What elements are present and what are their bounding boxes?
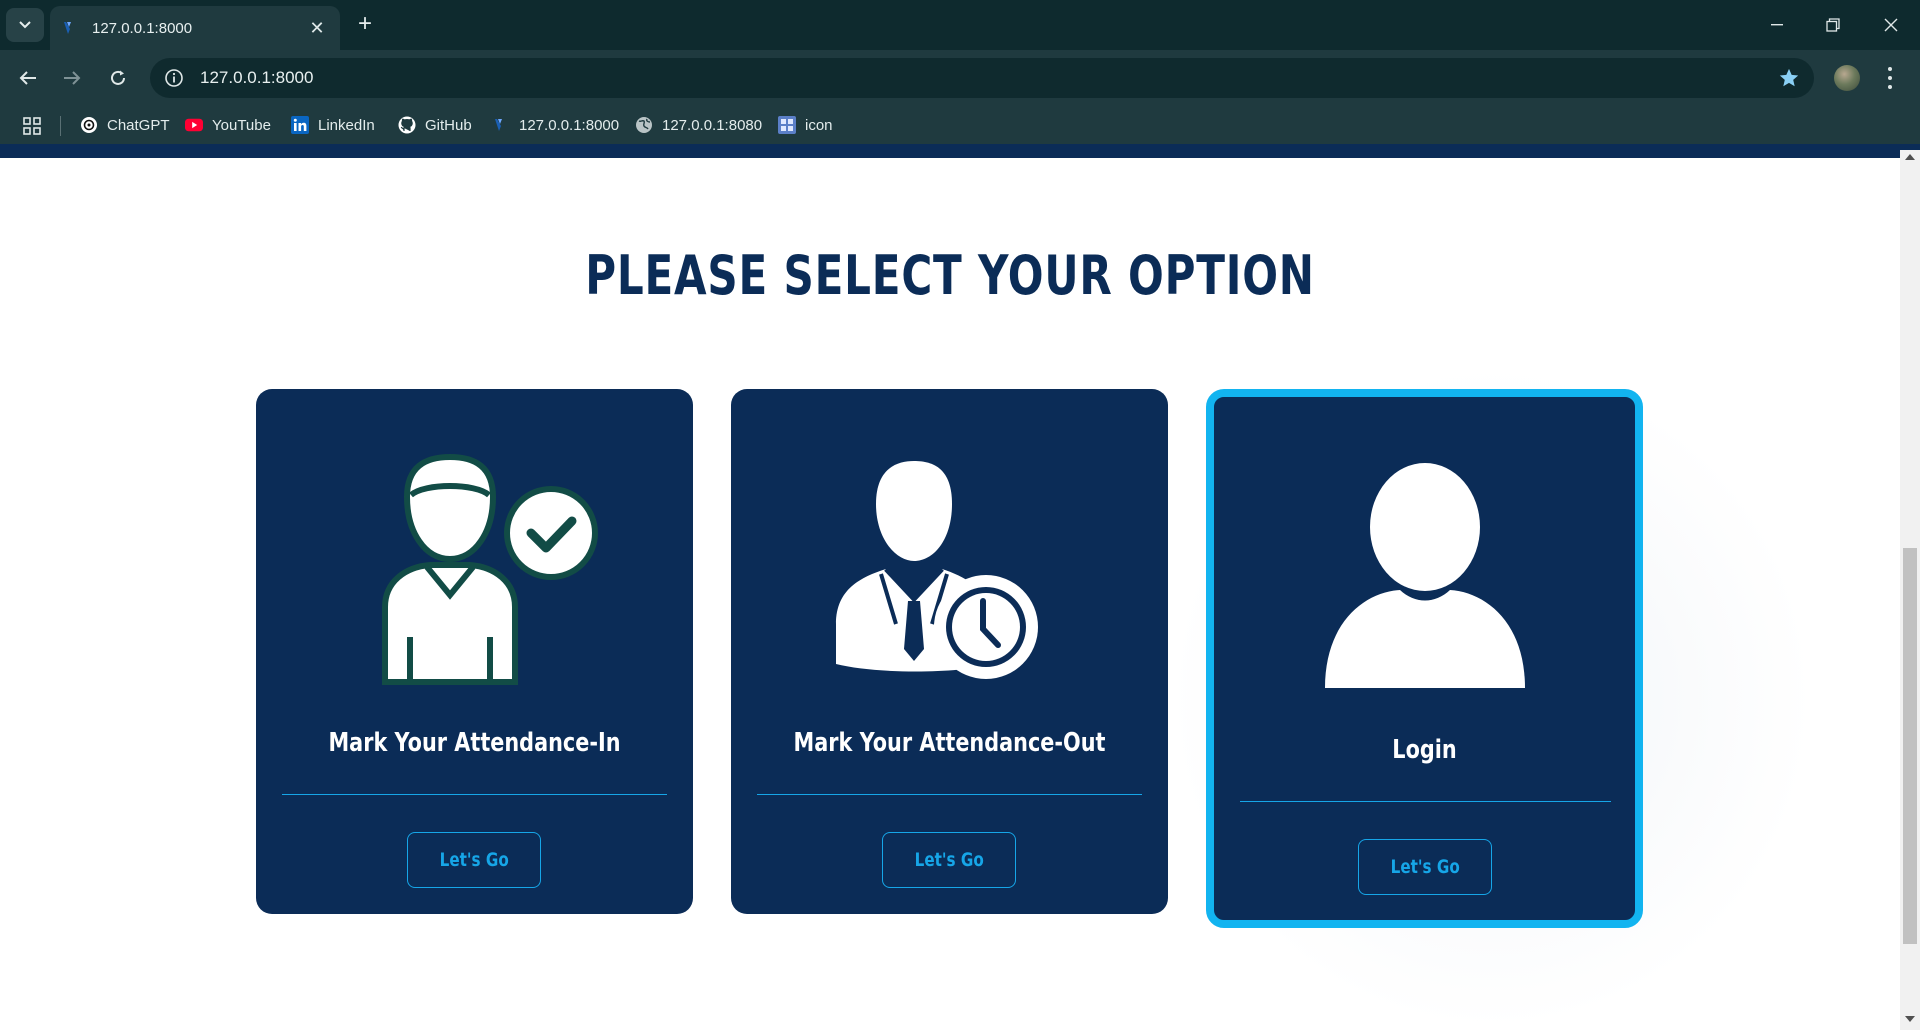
browser-tabstrip: 127.0.0.1:8000 ✕ + bbox=[0, 0, 1920, 50]
site-favicon-icon bbox=[64, 22, 71, 34]
card-divider bbox=[757, 794, 1142, 795]
forward-button[interactable] bbox=[54, 60, 90, 96]
restore-button[interactable] bbox=[1810, 8, 1856, 42]
address-url: 127.0.0.1:8000 bbox=[200, 68, 314, 87]
youtube-icon bbox=[185, 116, 203, 134]
button-label: Let's Go bbox=[1390, 856, 1460, 878]
minimize-button[interactable] bbox=[1754, 8, 1800, 42]
reload-button[interactable] bbox=[100, 60, 136, 96]
close-icon bbox=[1884, 18, 1898, 32]
reload-icon bbox=[111, 70, 125, 85]
apps-grid-icon[interactable] bbox=[22, 116, 42, 136]
bookmark-localhost-8080[interactable]: 127.0.0.1:8080 bbox=[635, 114, 762, 136]
page-scrollbar[interactable] bbox=[1900, 150, 1920, 1030]
login-button[interactable]: Let's Go bbox=[1358, 839, 1492, 895]
tab-search-button[interactable] bbox=[6, 8, 44, 42]
bookmark-icon[interactable]: icon bbox=[778, 114, 833, 136]
scroll-down-icon[interactable] bbox=[1905, 1016, 1915, 1022]
user-check-icon bbox=[256, 389, 693, 685]
tab-close-icon[interactable]: ✕ bbox=[306, 18, 328, 39]
arrow-left-icon bbox=[19, 71, 36, 85]
bookmark-label: YouTube bbox=[212, 116, 271, 134]
bookmark-label: LinkedIn bbox=[318, 116, 375, 134]
bookmark-localhost-8000[interactable]: 127.0.0.1:8000 bbox=[492, 114, 619, 136]
github-icon bbox=[398, 116, 416, 134]
page-viewport: PLEASE SELECT YOUR OPTION Mark Your Atte… bbox=[0, 158, 1900, 1030]
card-divider bbox=[282, 794, 667, 795]
bookmark-youtube[interactable]: YouTube bbox=[185, 114, 271, 136]
bookmark-label: 127.0.0.1:8080 bbox=[662, 116, 763, 134]
linkedin-icon bbox=[291, 116, 309, 134]
chevron-down-icon bbox=[19, 21, 31, 29]
browser-menu-button[interactable] bbox=[1880, 64, 1900, 92]
site-navbar-edge bbox=[0, 144, 1920, 158]
bookmark-github[interactable]: GitHub bbox=[398, 114, 472, 136]
attendance-out-button[interactable]: Let's Go bbox=[882, 832, 1016, 888]
bookmark-label: icon bbox=[805, 116, 833, 134]
globe-icon bbox=[635, 116, 653, 134]
close-window-button[interactable] bbox=[1868, 8, 1914, 42]
back-button[interactable] bbox=[10, 60, 46, 96]
new-tab-button[interactable]: + bbox=[352, 12, 378, 38]
profile-avatar[interactable] bbox=[1834, 65, 1860, 91]
page-title: PLEASE SELECT YOUR OPTION bbox=[585, 244, 1315, 307]
repo-icon bbox=[778, 116, 796, 134]
card-divider bbox=[1240, 801, 1611, 802]
browser-tab[interactable]: 127.0.0.1:8000 ✕ bbox=[50, 6, 340, 50]
arrow-right-icon bbox=[64, 71, 81, 85]
tab-title: 127.0.0.1:8000 bbox=[92, 19, 193, 37]
site-icon bbox=[492, 116, 510, 134]
address-bar[interactable]: 127.0.0.1:8000 bbox=[150, 58, 1814, 98]
attendance-in-button[interactable]: Let's Go bbox=[407, 832, 541, 888]
button-label: Let's Go bbox=[439, 849, 509, 871]
attendance-in-card[interactable]: Mark Your Attendance-In Let's Go bbox=[256, 389, 693, 914]
bookmarks-bar: ChatGPT YouTube LinkedIn GitHub 127.0.0.… bbox=[0, 106, 1920, 144]
bookmark-label: GitHub bbox=[425, 116, 472, 134]
bookmark-label: ChatGPT bbox=[107, 116, 170, 134]
restore-icon bbox=[1826, 18, 1840, 32]
button-label: Let's Go bbox=[914, 849, 984, 871]
minimize-icon bbox=[1771, 24, 1783, 26]
bookmark-label: 127.0.0.1:8000 bbox=[519, 116, 620, 134]
scrollbar-thumb[interactable] bbox=[1903, 548, 1917, 944]
user-clock-icon bbox=[731, 389, 1168, 679]
scroll-up-icon[interactable] bbox=[1905, 154, 1915, 160]
attendance-out-card[interactable]: Mark Your Attendance-Out Let's Go bbox=[731, 389, 1168, 914]
bookmarks-separator bbox=[60, 116, 61, 136]
browser-toolbar: 127.0.0.1:8000 bbox=[0, 50, 1920, 106]
card-label: Login bbox=[1392, 735, 1457, 765]
bookmark-linkedin[interactable]: LinkedIn bbox=[291, 114, 375, 136]
info-icon[interactable] bbox=[164, 68, 184, 88]
bookmark-chatgpt[interactable]: ChatGPT bbox=[80, 114, 170, 136]
user-icon bbox=[1214, 397, 1635, 688]
card-label: Mark Your Attendance-In bbox=[328, 728, 621, 758]
bookmark-star-icon[interactable] bbox=[1778, 67, 1800, 89]
login-card[interactable]: Login Let's Go bbox=[1206, 389, 1643, 928]
chatgpt-icon bbox=[80, 116, 98, 134]
card-label: Mark Your Attendance-Out bbox=[793, 728, 1106, 758]
